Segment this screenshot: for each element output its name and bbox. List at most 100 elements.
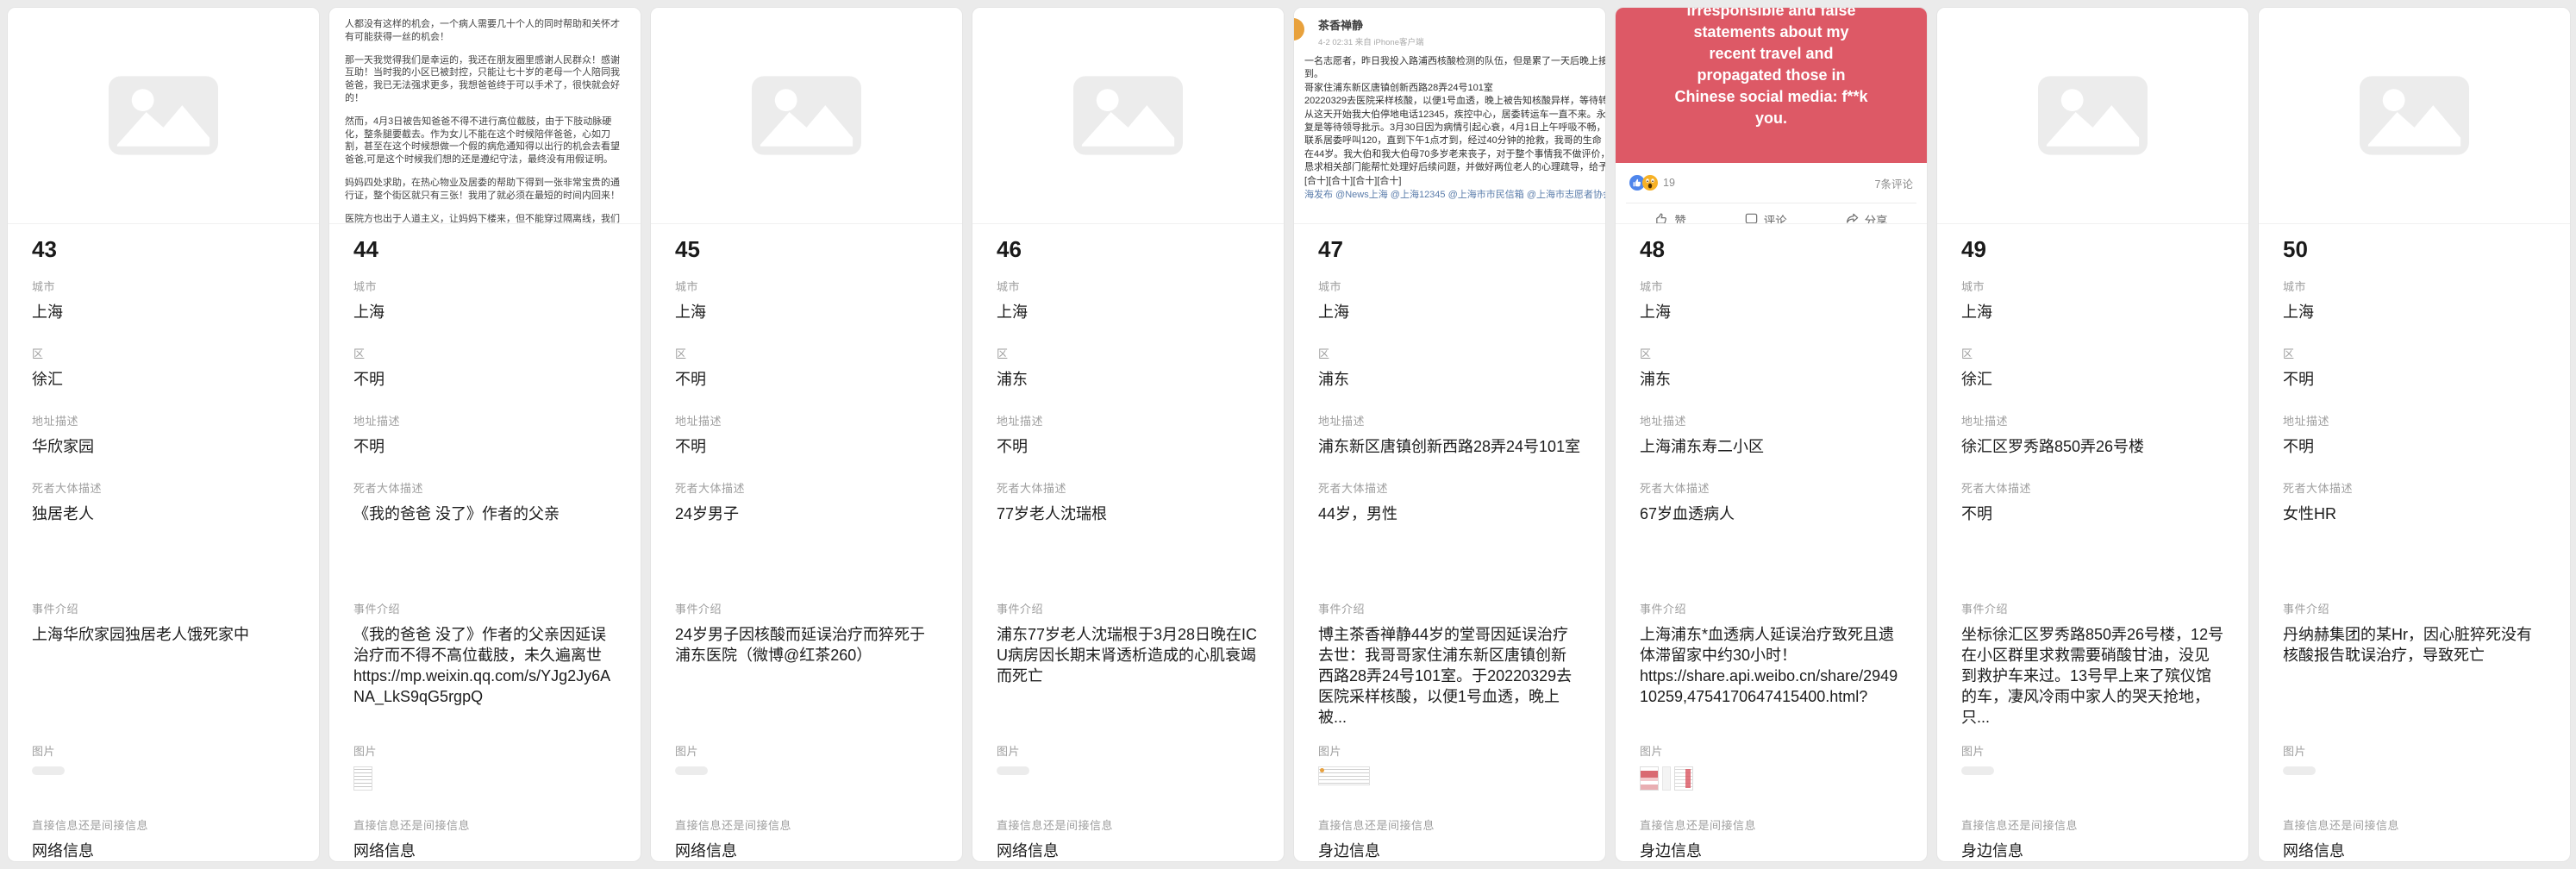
image-thumbnails	[1640, 766, 1903, 791]
field-label-city: 城市	[675, 278, 938, 294]
field-label-event: 事件介绍	[675, 600, 938, 616]
field-deceased: 死者大体描述 44岁，男性	[1318, 479, 1581, 524]
field-event: 事件介绍 博主茶香禅静44岁的堂哥因延误治疗去世：我哥哥家住浦东新区唐镇创新西路…	[1318, 600, 1581, 728]
case-card[interactable]: 50 城市 上海 区 不明 地址描述 不明 死者大体描述 女性HR 事件介绍 丹…	[2258, 7, 2571, 862]
weibo-post-screenshot: 茶香禅静4-2 02:31 来自 iPhone客户端一名志愿者，昨日我投入路浦西…	[1294, 8, 1605, 202]
field-value-address: 浦东新区唐镇创新西路28弄24号101室	[1318, 436, 1581, 457]
weibo-text-line: [合十][合十][合十][合十]	[1304, 175, 1595, 188]
weibo-text-line: 复是等待领导批示。3月30日因为病情引起心衰，4月1日上午呼吸不畅，	[1304, 122, 1595, 134]
field-value-event: 24岁男子因核酸而延误治疗而猝死于浦东医院（微博@红茶260）	[675, 624, 938, 728]
field-direct: 直接信息还是间接信息 身边信息	[1318, 816, 1581, 861]
card-body: 44 城市 上海 区 不明 地址描述 不明 死者大体描述 《我的爸爸 没了》作者…	[329, 224, 641, 861]
field-address: 地址描述 不明	[675, 412, 938, 457]
field-event: 事件介绍 上海浦东*血透病人延误治疗致死且遗体滞留家中约30小时！ https:…	[1640, 600, 1903, 728]
field-event: 事件介绍 丹纳赫集团的某Hr，因心脏猝死没有核酸报告耽误治疗，导致死亡	[2283, 600, 2546, 728]
field-district: 区 徐汇	[1961, 345, 2224, 390]
field-label-deceased: 死者大体描述	[997, 479, 1260, 496]
field-label-event: 事件介绍	[1961, 600, 2224, 616]
avatar	[1294, 18, 1304, 41]
field-value-city: 上海	[1640, 302, 1903, 322]
case-card[interactable]: 49 城市 上海 区 徐汇 地址描述 徐汇区罗秀路850弄26号楼 死者大体描述…	[1936, 7, 2249, 862]
field-label-district: 区	[1640, 345, 1903, 361]
field-value-deceased: 不明	[1961, 503, 2224, 524]
field-value-city: 上海	[1318, 302, 1581, 322]
field-value-direct: 网络信息	[997, 841, 1260, 861]
field-label-address: 地址描述	[32, 412, 295, 428]
card-body: 48 城市 上海 区 浦东 地址描述 上海浦东寿二小区 死者大体描述 67岁血透…	[1616, 224, 1927, 861]
field-district: 区 浦东	[997, 345, 1260, 390]
article-paragraph: 然而，4月3日被告知爸爸不得不进行高位截肢，由于下肢动脉硬化，整条腿要截去。作为…	[345, 116, 625, 166]
case-card[interactable]: 45 城市 上海 区 不明 地址描述 不明 死者大体描述 24岁男子 事件介绍 …	[650, 7, 963, 862]
reaction-icons	[1629, 175, 1658, 191]
field-value-direct: 身边信息	[1640, 841, 1903, 861]
field-value-city: 上海	[32, 302, 295, 322]
like-action-button[interactable]: 赞	[1654, 211, 1686, 224]
field-deceased: 死者大体描述 24岁男子	[675, 479, 938, 524]
image-placeholder-icon	[2360, 76, 2469, 155]
case-card[interactable]: 茶香禅静4-2 02:31 来自 iPhone客户端一名志愿者，昨日我投入路浦西…	[1293, 7, 1606, 862]
case-card[interactable]: 人都没有这样的机会，一个病人需要几十个人的同时帮助和关怀才有可能获得一丝的机会！…	[328, 7, 641, 862]
field-value-event: 上海浦东*血透病人延误治疗致死且遗体滞留家中约30小时！ https://sha…	[1640, 624, 1903, 728]
field-label-address: 地址描述	[2283, 412, 2546, 428]
field-value-city: 上海	[675, 302, 938, 322]
field-label-address: 地址描述	[997, 412, 1260, 428]
comment-action-button[interactable]: 评论	[1744, 211, 1787, 224]
field-address: 地址描述 上海浦东寿二小区	[1640, 412, 1903, 457]
weibo-text-line: 一名志愿者，昨日我投入路浦西核酸检测的队伍，但是累了一天后晚上接	[1304, 55, 1595, 68]
red-post-text-line: irresponsible and false	[1674, 8, 1867, 22]
field-value-event: 坐标徐汇区罗秀路850弄26号楼，12号在小区群里求救需要硝酸甘油，没见到救护车…	[1961, 624, 2224, 728]
weibo-mentions: 海发布 @News上海 @上海12345 @上海市市民信箱 @上海市志愿者协会	[1304, 189, 1595, 202]
field-value-city: 上海	[2283, 302, 2546, 322]
image-placeholder	[651, 8, 962, 223]
case-card[interactable]: 43 城市 上海 区 徐汇 地址描述 华欣家园 死者大体描述 独居老人 事件介绍…	[7, 7, 320, 862]
field-direct: 直接信息还是间接信息 身边信息	[1640, 816, 1903, 861]
field-label-image: 图片	[2283, 742, 2546, 759]
red-post-image: irresponsible and falsestatements about …	[1616, 8, 1927, 163]
field-event: 事件介绍 上海华欣家园独居老人饿死家中	[32, 600, 295, 728]
field-city: 城市 上海	[1961, 278, 2224, 322]
reaction-bar: 197条评论	[1616, 163, 1927, 203]
article-screenshot: 人都没有这样的机会，一个病人需要几十个人的同时帮助和关怀才有可能获得一丝的机会！…	[329, 8, 641, 224]
card-number: 47	[1318, 236, 1581, 266]
field-value-event: 上海华欣家园独居老人饿死家中	[32, 624, 295, 728]
field-label-event: 事件介绍	[2283, 600, 2546, 616]
field-label-deceased: 死者大体描述	[675, 479, 938, 496]
action-label: 赞	[1674, 211, 1686, 224]
image-placeholder-icon	[2038, 76, 2148, 155]
field-value-event: 浦东77岁老人沈瑞根于3月28日晚在ICU病房因长期末肾透析造成的心肌衰竭而死亡	[997, 624, 1260, 728]
field-direct: 直接信息还是间接信息 网络信息	[997, 816, 1260, 861]
share-action-button[interactable]: 分享	[1845, 211, 1888, 224]
card-image-area	[8, 8, 319, 224]
field-label-deceased: 死者大体描述	[1640, 479, 1903, 496]
field-district: 区 不明	[675, 345, 938, 390]
field-deceased: 死者大体描述 77岁老人沈瑞根	[997, 479, 1260, 524]
field-image: 图片	[32, 742, 295, 791]
field-label-direct: 直接信息还是间接信息	[353, 816, 616, 833]
field-label-direct: 直接信息还是间接信息	[675, 816, 938, 833]
image-thumbnails	[2283, 766, 2546, 791]
field-address: 地址描述 不明	[353, 412, 616, 457]
field-label-city: 城市	[1318, 278, 1581, 294]
weibo-post-text: 一名志愿者，昨日我投入路浦西核酸检测的队伍，但是累了一天后晚上接到。哥家住浦东新…	[1304, 55, 1595, 188]
field-value-city: 上海	[1961, 302, 2224, 322]
image-thumbnails	[353, 766, 616, 791]
thumbnail-pill	[1961, 766, 1994, 775]
weibo-text-line: 从这天开始我大伯停地电话12345，疾控中心，居委转运车一直不来。永	[1304, 109, 1595, 122]
card-body: 46 城市 上海 区 浦东 地址描述 不明 死者大体描述 77岁老人沈瑞根 事件…	[972, 224, 1284, 861]
field-value-address: 不明	[353, 436, 616, 457]
weibo-text-line: 在44岁。我大伯和我大伯母70多岁老来丧子，对于整个事情我不做评价，	[1304, 148, 1595, 161]
field-label-district: 区	[32, 345, 295, 361]
field-image: 图片	[353, 742, 616, 791]
field-city: 城市 上海	[2283, 278, 2546, 322]
field-label-city: 城市	[1961, 278, 2224, 294]
case-card[interactable]: irresponsible and falsestatements about …	[1615, 7, 1928, 862]
field-label-direct: 直接信息还是间接信息	[997, 816, 1260, 833]
card-grid: 43 城市 上海 区 徐汇 地址描述 华欣家园 死者大体描述 独居老人 事件介绍…	[0, 0, 2576, 869]
case-card[interactable]: 46 城市 上海 区 浦东 地址描述 不明 死者大体描述 77岁老人沈瑞根 事件…	[972, 7, 1285, 862]
field-address: 地址描述 不明	[2283, 412, 2546, 457]
field-label-event: 事件介绍	[1318, 600, 1581, 616]
thumbnail-pill	[2283, 766, 2316, 775]
field-value-direct: 网络信息	[675, 841, 938, 861]
field-deceased: 死者大体描述 女性HR	[2283, 479, 2546, 524]
comments-count: 7条评论	[1875, 175, 1913, 191]
